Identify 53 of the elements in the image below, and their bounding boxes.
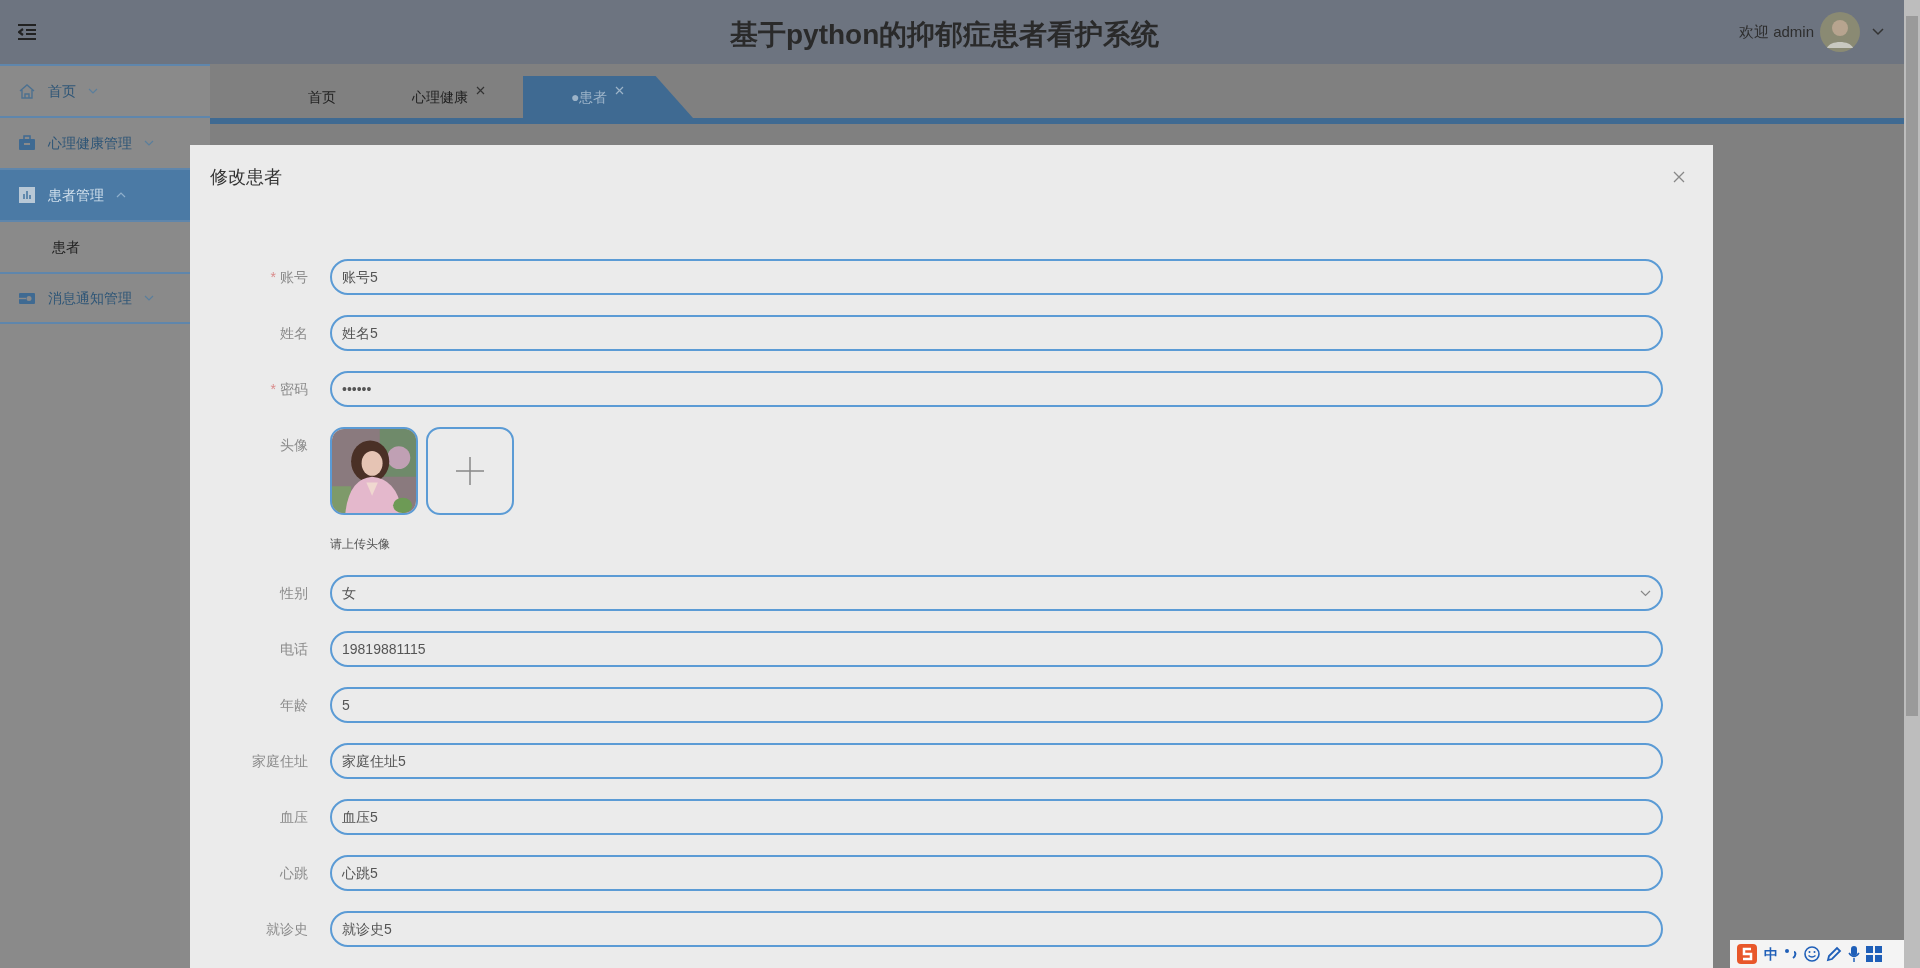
field-label: 就诊史 [266, 920, 308, 939]
input-mode-text[interactable]: 中 [1764, 943, 1778, 965]
chevron-down-icon [144, 295, 154, 301]
input-field[interactable]: 家庭住址5 [330, 743, 1663, 779]
pen-icon[interactable] [1826, 946, 1842, 962]
input-field[interactable]: 19819881115 [330, 631, 1663, 667]
field-label: 头像 [280, 436, 308, 455]
input-field[interactable]: 5 [330, 687, 1663, 723]
dialog-title: 修改患者 [210, 165, 282, 189]
close-icon[interactable] [476, 86, 485, 95]
select-field[interactable]: 女 [330, 575, 1663, 611]
input-field[interactable]: 就诊史5 [330, 911, 1663, 947]
menu-item-icon [18, 186, 36, 204]
grid-icon[interactable] [1866, 946, 1882, 962]
field-label: 电话 [280, 640, 308, 659]
upload-hint: 请上传头像 [330, 536, 391, 553]
chevron-down-icon[interactable] [1872, 28, 1884, 36]
field-label: 心跳 [280, 864, 308, 883]
scrollbar-thumb[interactable] [1906, 16, 1918, 716]
menu-item-icon [18, 82, 36, 100]
menu-item-icon [18, 134, 36, 152]
field-label: 密码 [280, 380, 308, 399]
required-mark: * [270, 268, 276, 287]
input-method-logo-icon[interactable] [1736, 943, 1758, 965]
field-label: 账号 [280, 268, 308, 287]
close-icon[interactable] [1673, 171, 1685, 183]
close-icon[interactable] [615, 86, 625, 95]
welcome-text: 欢迎 admin [1738, 21, 1814, 42]
chevron-down-icon [88, 88, 98, 94]
input-field[interactable]: 血压5 [330, 799, 1663, 835]
chevron-down-icon [1640, 589, 1651, 597]
emoji-icon[interactable] [1804, 946, 1820, 962]
tab[interactable]: 首页 [270, 76, 374, 118]
plus-icon [456, 457, 484, 485]
input-field[interactable]: 账号5 [330, 259, 1663, 295]
upload-button[interactable] [426, 427, 514, 515]
microphone-icon[interactable] [1848, 946, 1860, 962]
field-label: 血压 [280, 808, 308, 827]
required-mark: * [270, 380, 276, 399]
input-field[interactable]: 姓名5 [330, 315, 1663, 351]
field-label: 家庭住址 [252, 752, 308, 771]
field-label: 性别 [280, 584, 308, 603]
avatar-icon[interactable] [1820, 12, 1860, 52]
input-field[interactable]: 心跳5 [330, 855, 1663, 891]
punctuation-icon[interactable] [1784, 947, 1798, 961]
chevron-down-icon [144, 140, 154, 146]
system-title: 基于python的抑郁症患者看护系统 [730, 18, 1160, 52]
tab[interactable]: 心理健康 [374, 76, 523, 118]
input-field[interactable]: •••••• [330, 371, 1663, 407]
field-label: 年龄 [280, 696, 308, 715]
chevron-up-icon [116, 192, 126, 198]
menu-icon[interactable] [18, 24, 36, 40]
field-label: 姓名 [280, 324, 308, 343]
